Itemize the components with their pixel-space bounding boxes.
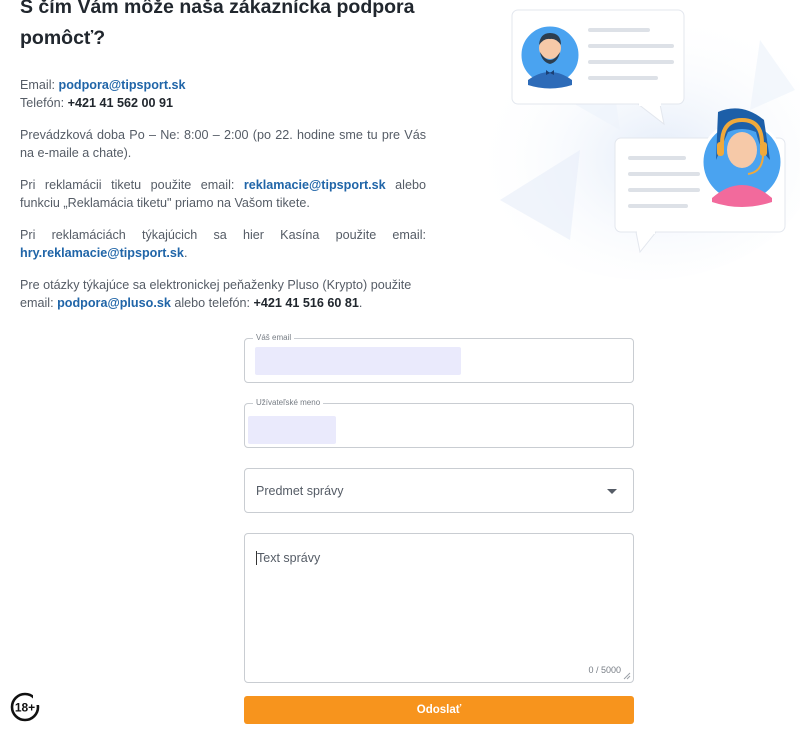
subject-placeholder: Predmet správy (256, 484, 344, 498)
ticket-complaint-text: Pri reklamácii tiketu použite email: rek… (20, 176, 426, 212)
username-field-label: Užívateľské meno (253, 398, 324, 408)
pluso-phone: +421 41 516 60 81 (253, 296, 359, 310)
message-textarea[interactable]: Text správy 0 / 5000 (244, 533, 634, 683)
casino-complaint-text: Pri reklamáciách týkajúcich sa hier Kasí… (20, 226, 426, 262)
email-field-label: Váš email (253, 333, 295, 343)
ticket-text-pre: Pri reklamácii tiketu použite email: (20, 178, 244, 192)
page-title: S čím Vám môže naša zákaznícka podpora p… (20, 0, 415, 49)
pluso-text-mid: alebo telefón: (170, 296, 254, 310)
pluso-text: Pre otázky týkajúce sa elektronickej peň… (20, 276, 426, 312)
resize-grip-icon[interactable] (623, 672, 631, 680)
casino-email-link[interactable]: hry.reklamacie@tipsport.sk (20, 246, 184, 260)
pluso-email-link[interactable]: podpora@pluso.sk (57, 296, 171, 310)
email-field-autofill (255, 347, 461, 375)
chevron-down-icon (607, 489, 617, 494)
email-label: Email: (20, 78, 59, 92)
username-field-autofill (248, 416, 336, 444)
subject-select[interactable]: Predmet správy (244, 468, 634, 513)
character-counter: 0 / 5000 (588, 665, 621, 675)
casino-text-post: . (183, 246, 188, 260)
email-field[interactable]: Váš email (244, 333, 634, 383)
ticket-email-link[interactable]: reklamacie@tipsport.sk (244, 178, 386, 192)
support-chat-illustration (470, 9, 800, 280)
casino-text-pre: Pri reklamáciách týkajúcich sa hier Kasí… (20, 228, 426, 242)
message-placeholder: Text správy (257, 551, 321, 565)
contact-basic: Email: podpora@tipsport.sk Telefón: +421… (20, 76, 426, 112)
age-restriction-badge: 18+ (10, 692, 42, 722)
contact-info: Email: podpora@tipsport.sk Telefón: +421… (20, 76, 426, 326)
username-field[interactable]: Užívateľské meno (244, 398, 634, 448)
submit-button[interactable]: Odoslať (244, 696, 634, 724)
support-email-link[interactable]: podpora@tipsport.sk (59, 78, 186, 92)
age-badge-text: 18+ (15, 701, 35, 715)
support-phone: +421 41 562 00 91 (67, 96, 174, 110)
phone-label: Telefón: (20, 96, 68, 110)
pluso-text-post: . (358, 296, 363, 310)
opening-hours: Prevádzková doba Po – Ne: 8:00 – 2:00 (p… (20, 128, 426, 160)
